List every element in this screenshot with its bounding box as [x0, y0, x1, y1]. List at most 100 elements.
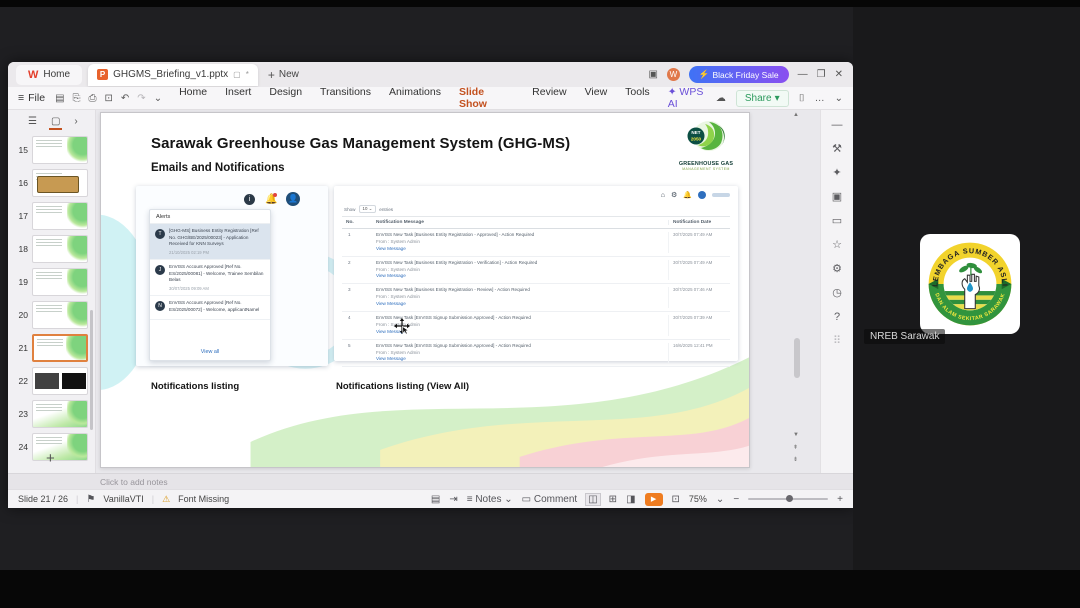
slide-thumbnail-15[interactable] — [32, 136, 88, 164]
zoom-out-button[interactable]: − — [733, 494, 739, 505]
outline-view-icon[interactable]: ☰ — [28, 116, 37, 127]
lightning-icon: ⚡ — [698, 69, 710, 79]
file-menu-button[interactable]: ≡ File — [18, 92, 45, 104]
account-avatar[interactable]: W — [666, 68, 680, 81]
history-icon[interactable]: ◷ — [832, 288, 842, 299]
share-label: Share — [744, 92, 772, 104]
logo-badge-bottom: 2050 — [691, 137, 702, 142]
notes-page-icon[interactable]: ▤ — [431, 494, 440, 505]
previous-slide-icon[interactable]: ⇞ — [793, 444, 798, 451]
canvas-scrollbar: ▲ ▼ ⇞ ⇟ — [790, 110, 804, 473]
comment-panel-icon[interactable]: ▭ — [832, 216, 842, 227]
slide-view-icon[interactable]: ▢ — [48, 116, 63, 130]
slideshow-play-button[interactable]: ▶ — [644, 492, 663, 506]
slide-thumbnail-20[interactable] — [32, 301, 88, 329]
switch-panel-icon[interactable]: ⌷ — [799, 93, 805, 104]
panel-expand-chevron-icon[interactable]: › — [74, 116, 77, 127]
collapse-ribbon-icon[interactable]: ⌄ — [835, 93, 843, 104]
normal-view-icon[interactable]: ◫ — [585, 492, 601, 506]
more-actions-chevron-icon[interactable]: ⌄ — [154, 93, 162, 104]
tab-list-icon[interactable]: ▣ — [648, 69, 657, 80]
home-tab[interactable]: W Home — [16, 64, 83, 85]
row-number: 4 — [348, 315, 351, 321]
zoom-chevron-icon[interactable]: ⌄ — [716, 494, 724, 505]
reading-view-icon[interactable]: ◨ — [626, 494, 635, 505]
promo-button[interactable]: ⚡ Black Friday Sale — [688, 66, 789, 83]
slide-thumbnail-18[interactable] — [32, 235, 88, 263]
print-icon[interactable]: ⎙ — [89, 93, 97, 104]
notes-toggle[interactable]: ≡ Notes ⌄ — [467, 494, 513, 505]
fit-slide-icon[interactable]: ⊡ — [672, 494, 680, 505]
undo-icon[interactable]: ↶ — [121, 93, 129, 104]
font-missing-warning[interactable]: Font Missing — [178, 494, 229, 504]
alert-item[interactable]: J EnVISS Account Approved [Ref No. ES/202… — [150, 260, 270, 296]
output-icon[interactable]: ⎘ — [73, 93, 81, 104]
alert-text: EnVISS Account Approved [Ref No. ES/2025… — [169, 263, 264, 283]
add-slide-button[interactable]: + — [46, 450, 55, 467]
zoom-level[interactable]: 75% — [689, 494, 707, 504]
zoom-in-button[interactable]: + — [837, 494, 843, 505]
new-tab-button[interactable]: + New — [268, 68, 299, 82]
slide-thumbnail-24[interactable] — [32, 433, 88, 461]
theme-name[interactable]: VanillaVTI — [103, 494, 143, 504]
slide-thumbnail-23[interactable] — [32, 400, 88, 428]
settings-icon[interactable]: ⚙ — [832, 264, 842, 275]
handout-icon[interactable]: ⇥ — [449, 494, 457, 505]
notes-input[interactable]: Click to add notes — [8, 473, 853, 489]
tools-icon[interactable]: ⚒ — [832, 144, 842, 155]
row-number: 2 — [348, 259, 351, 265]
slide-number: 18 — [18, 244, 28, 254]
main-area: ☰ ▢ › 15 16 17 18 19 20 21 22 23 24 + Sa… — [8, 110, 853, 473]
table-row: 2 EnVISS New Task [Business Entity Regist… — [342, 257, 730, 285]
alerts-header: Alerts — [150, 210, 270, 224]
thumbnail-scrollbar[interactable] — [90, 310, 93, 430]
gear-icon: ⚙ — [671, 192, 678, 199]
alert-avatar: J — [155, 264, 165, 275]
close-button[interactable]: ✕ — [835, 69, 843, 80]
scroll-down-icon[interactable]: ▼ — [793, 432, 799, 438]
cloud-sync-icon[interactable]: ☁ — [716, 93, 726, 104]
restore-button[interactable]: ❐ — [817, 69, 826, 80]
row-from: From : System Admin — [376, 266, 420, 272]
next-slide-icon[interactable]: ⇟ — [793, 456, 798, 463]
slide-canvas[interactable]: Sarawak Greenhouse Gas Management System… — [100, 112, 750, 468]
effects-icon[interactable]: ✦ — [832, 168, 841, 179]
zoom-slider[interactable] — [748, 495, 829, 502]
share-button[interactable]: Share ▾ — [735, 89, 789, 107]
status-bar: Slide 21 / 26 | ⚑ VanillaVTI | ⚠ Font Mi… — [8, 489, 853, 508]
alert-item[interactable]: T [GHG-MS] Business Entity Registration [… — [150, 224, 270, 260]
slide-number: 16 — [18, 178, 28, 188]
slide-thumbnail-16[interactable] — [32, 169, 88, 197]
tab-modified-mark: * — [245, 70, 249, 79]
minimize-button[interactable]: — — [798, 69, 808, 80]
bell-icon: 🔔 — [265, 192, 278, 205]
apps-grid-icon[interactable]: ⠿ — [833, 336, 841, 347]
alert-item[interactable]: N EnVISS Account Approved [Ref No. ES/202… — [150, 296, 270, 321]
participant-name-label: NREB Sarawak — [864, 329, 946, 344]
slide-sorter-icon[interactable]: ⊞ — [609, 494, 617, 505]
slide-thumbnail-19[interactable] — [32, 268, 88, 296]
slide-thumbnail-22[interactable] — [32, 367, 88, 395]
shapes-icon[interactable]: ▣ — [832, 192, 842, 203]
scrollbar-thumb[interactable] — [794, 338, 800, 378]
overflow-menu-icon[interactable]: … — [815, 93, 825, 104]
zoom-slider-handle[interactable] — [786, 495, 794, 502]
save-icon[interactable]: ▤ — [55, 93, 64, 104]
ghgms-logo: NET 2050 GREENHOUSE GAS MANAGEMENT SYSTE… — [675, 119, 737, 171]
slide-thumbnail-17[interactable] — [32, 202, 88, 230]
slide-thumbnail-21[interactable] — [32, 334, 88, 362]
theme-icon: ⚑ — [86, 493, 96, 505]
collapse-icon[interactable]: — — [832, 120, 843, 131]
comment-button[interactable]: ▭ Comment — [522, 494, 578, 505]
table-row: 1 EnVISS New Task [Business Entity Regist… — [342, 229, 730, 257]
row-from: From : System Admin — [376, 294, 420, 300]
slide-number: 20 — [18, 310, 28, 320]
print-preview-icon[interactable]: ⊡ — [105, 93, 113, 104]
slide-number: 19 — [18, 277, 28, 287]
scroll-up-icon[interactable]: ▲ — [793, 112, 799, 118]
redo-icon[interactable]: ↷ — [137, 93, 145, 104]
favorites-icon[interactable]: ☆ — [832, 240, 842, 251]
home-tab-label: Home — [43, 69, 71, 80]
help-icon[interactable]: ? — [834, 312, 840, 323]
nreb-logo-card: LEMBAGA SUMBER ASLI DAN ALAM SEKITAR SAR… — [920, 234, 1020, 334]
